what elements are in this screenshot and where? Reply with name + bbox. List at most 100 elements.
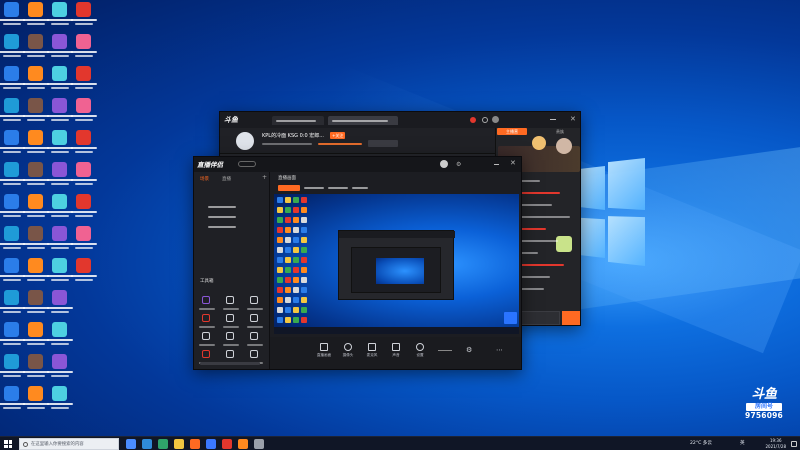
desktop-icon[interactable]	[71, 192, 97, 222]
desktop-icon[interactable]	[0, 160, 25, 190]
share-button[interactable]	[368, 140, 398, 147]
tool-button[interactable]	[199, 332, 215, 346]
desktop-icon[interactable]	[71, 160, 97, 190]
tool-button[interactable]	[199, 314, 215, 328]
chat-tab[interactable]: 贵族	[554, 128, 566, 135]
minimize-icon[interactable]	[550, 119, 556, 120]
desktop-icon[interactable]	[23, 288, 49, 318]
desktop-icon[interactable]	[47, 96, 73, 126]
red-dot-icon[interactable]	[470, 117, 476, 123]
tool-button[interactable]	[223, 296, 239, 310]
avatar[interactable]	[492, 116, 499, 123]
desktop-icon[interactable]	[0, 96, 25, 126]
tab-scenes[interactable]: 场景	[200, 176, 209, 182]
desktop-icon[interactable]	[0, 0, 25, 30]
source-item[interactable]	[200, 214, 240, 220]
tool-button[interactable]	[223, 350, 239, 364]
send-button[interactable]	[562, 311, 580, 325]
desktop-icon[interactable]	[23, 384, 49, 414]
more-icon[interactable]: ⋯	[496, 346, 503, 354]
app-icon[interactable]	[238, 439, 248, 449]
tool-button[interactable]	[223, 314, 239, 328]
player-titlebar[interactable]: 斗鱼 ✕	[220, 112, 580, 128]
tool-button[interactable]	[247, 332, 263, 346]
douyu-studio-window[interactable]: 直播伴侣 ⚙ ✕ 场景 直播 + 工具箱 直播画面 直播画面 摄像头 麦克风 声…	[193, 156, 522, 370]
toolbar-item-mic[interactable]: 麦克风	[360, 341, 384, 365]
player-tab[interactable]	[272, 116, 324, 125]
tool-button[interactable]	[223, 332, 239, 346]
desktop-icon[interactable]	[47, 256, 73, 286]
desktop-icon[interactable]	[0, 224, 25, 254]
live-preview[interactable]	[274, 194, 519, 334]
volume-slider[interactable]	[438, 350, 452, 351]
desktop-icon[interactable]	[23, 320, 49, 350]
desktop-icon[interactable]	[47, 352, 73, 382]
chat-tab-active[interactable]: 主播营	[497, 128, 527, 135]
desktop-icon[interactable]	[47, 160, 73, 190]
desktop-icon[interactable]	[23, 96, 49, 126]
desktop-icon[interactable]	[47, 224, 73, 254]
add-scene-icon[interactable]: +	[262, 174, 267, 181]
desktop-icon[interactable]	[71, 128, 97, 158]
studio-titlebar[interactable]: 直播伴侣 ⚙ ✕	[194, 157, 521, 172]
source-item[interactable]	[200, 204, 240, 210]
close-icon[interactable]: ✕	[570, 115, 576, 123]
desktop-icon[interactable]	[71, 0, 97, 30]
desktop-icon[interactable]	[71, 64, 97, 94]
close-icon[interactable]: ✕	[510, 159, 516, 167]
follow-button[interactable]: +关注	[330, 132, 346, 139]
taskbar-search[interactable]: 在这里输入你要搜索的内容	[19, 438, 119, 450]
tool-button[interactable]	[247, 296, 263, 310]
gear-icon[interactable]: ⚙	[456, 161, 461, 168]
desktop-icon[interactable]	[23, 192, 49, 222]
source-item[interactable]	[200, 224, 240, 230]
desktop-icon[interactable]	[0, 320, 25, 350]
streamer-avatar[interactable]	[236, 132, 254, 150]
desktop-icon[interactable]	[23, 64, 49, 94]
desktop-icon[interactable]	[71, 96, 97, 126]
tab-live[interactable]: 直播	[222, 176, 231, 182]
player-tab-active[interactable]	[328, 116, 398, 125]
settings-icon[interactable]: ⚙	[466, 346, 472, 354]
desktop-icon[interactable]	[47, 320, 73, 350]
tool-button[interactable]	[247, 350, 263, 364]
tool-button[interactable]	[247, 314, 263, 328]
desktop-icon[interactable]	[47, 64, 73, 94]
desktop-icon[interactable]	[47, 192, 73, 222]
desktop-icon[interactable]	[47, 0, 73, 30]
ime-indicator[interactable]: 英	[740, 440, 745, 446]
task-view-icon[interactable]	[126, 439, 136, 449]
desktop-icon[interactable]	[47, 288, 73, 318]
desktop-icon[interactable]	[0, 192, 25, 222]
start-button[interactable]	[4, 440, 12, 448]
desktop-icon[interactable]	[71, 256, 97, 286]
desktop-icon[interactable]	[0, 384, 25, 414]
desktop-icon[interactable]	[0, 256, 25, 286]
desktop-icon[interactable]	[71, 32, 97, 62]
desktop-icon[interactable]	[23, 224, 49, 254]
desktop-icon[interactable]	[0, 64, 25, 94]
desktop-icon[interactable]	[47, 384, 73, 414]
toolbar-item-settings[interactable]: 设置	[408, 341, 432, 365]
desktop-icon[interactable]	[23, 352, 49, 382]
clock[interactable]: 19:36 2021/7/28	[765, 438, 786, 449]
edge-icon[interactable]	[142, 439, 152, 449]
desktop-icon[interactable]	[47, 32, 73, 62]
store-icon[interactable]	[158, 439, 168, 449]
minimize-icon[interactable]	[494, 164, 499, 165]
heart-icon[interactable]	[482, 117, 488, 123]
app-icon[interactable]	[222, 439, 232, 449]
notification-icon[interactable]	[791, 441, 797, 447]
weather-widget[interactable]: 22°C 多云	[690, 440, 712, 446]
desktop-icon[interactable]	[0, 32, 25, 62]
desktop-icon[interactable]	[47, 128, 73, 158]
toolbar-item-audio[interactable]: 声音	[384, 341, 408, 365]
app-icon[interactable]	[254, 439, 264, 449]
avatar[interactable]	[440, 160, 448, 168]
tool-button[interactable]	[199, 350, 215, 364]
desktop-icon[interactable]	[0, 288, 25, 318]
desktop-icon[interactable]	[23, 160, 49, 190]
desktop-icon[interactable]	[71, 224, 97, 254]
desktop-icon[interactable]	[23, 128, 49, 158]
tool-button[interactable]	[199, 296, 215, 310]
